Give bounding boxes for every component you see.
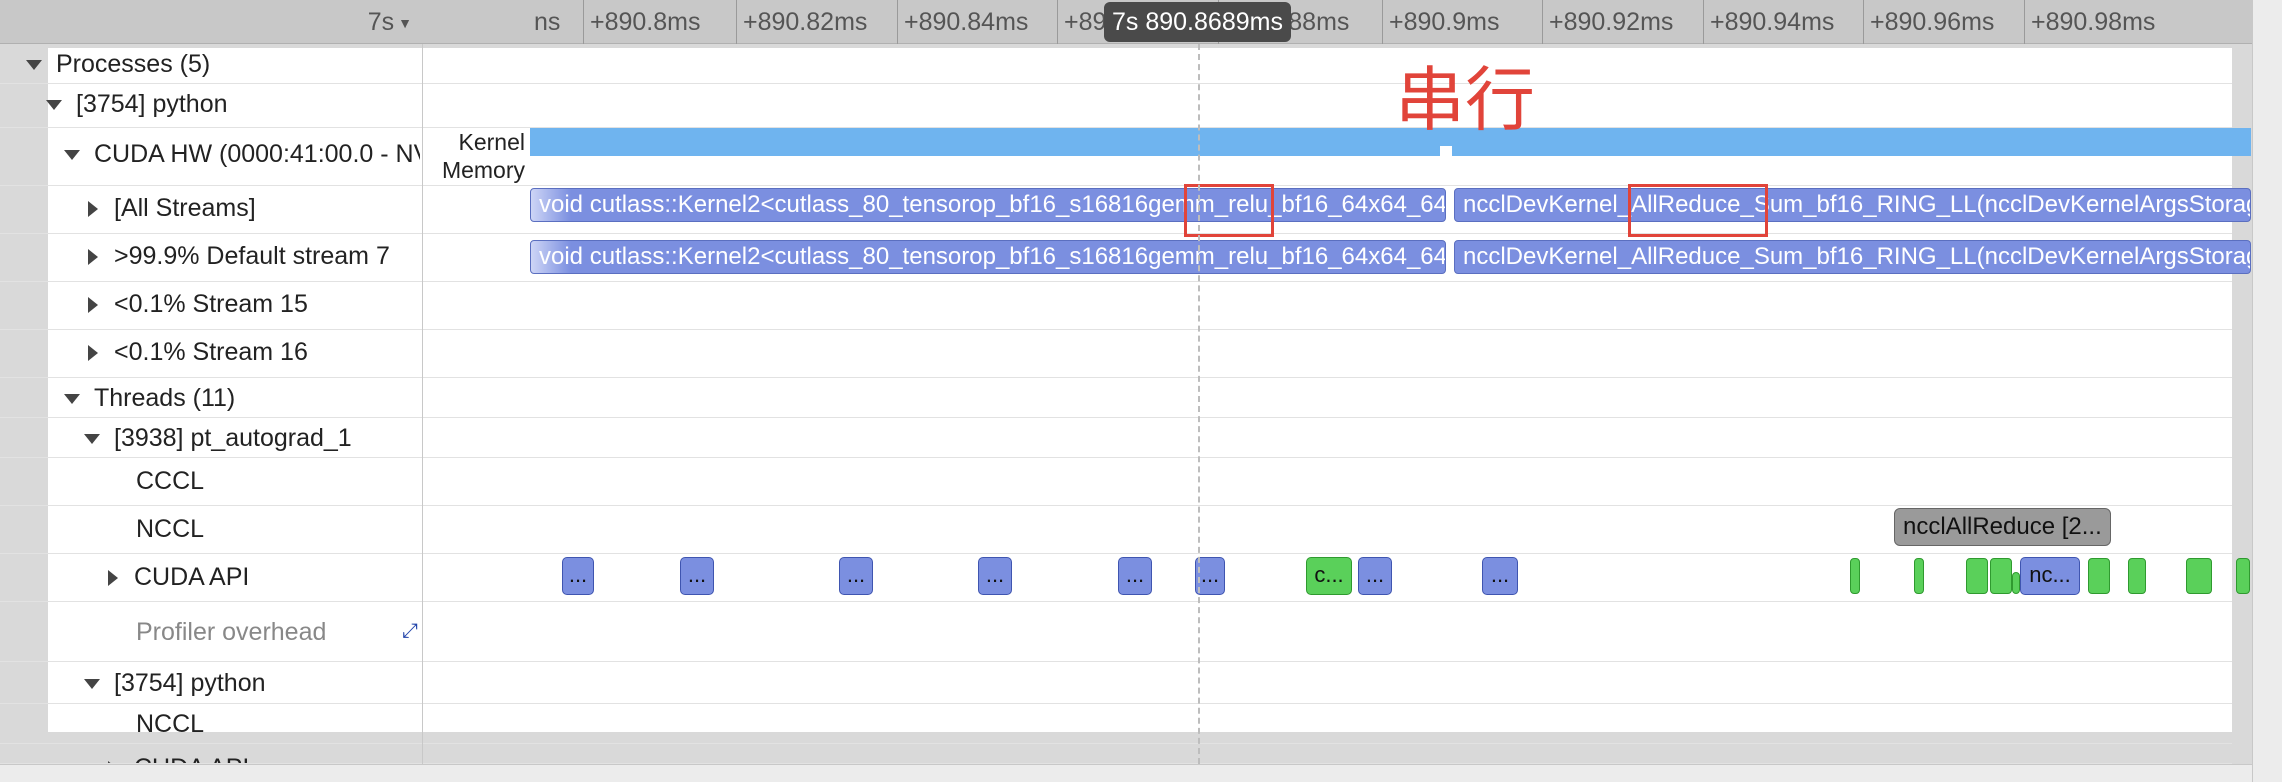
ruler-tick: ns [534, 8, 561, 36]
ruler-tick: +890.96ms [1863, 0, 1994, 44]
cuda-api-call[interactable] [2236, 558, 2250, 594]
chevron-down-icon: ▼ [398, 15, 412, 32]
row-label: <0.1% Stream 16 [114, 338, 308, 366]
cuda-api-call[interactable]: nc... [2020, 557, 2080, 595]
row-label: [3938] pt_autograd_1 [114, 424, 352, 452]
row-label: Threads (11) [94, 384, 236, 412]
row-label: CUDA API [134, 563, 250, 591]
row-label: NCCL [136, 710, 205, 738]
row-python-thread[interactable]: [3754] python [0, 662, 2232, 704]
row-label: CCCL [136, 467, 205, 495]
cuda-api-call[interactable]: ... [1482, 557, 1518, 595]
cuda-api-call[interactable] [2186, 558, 2212, 594]
row-label: Profiler overhead [136, 618, 327, 646]
kernel-gemm[interactable]: void cutlass::Kernel2<cutlass_80_tensoro… [530, 240, 1446, 274]
serial-annotation: 串行 [1395, 61, 1535, 139]
row-label: Processes (5) [56, 50, 211, 78]
cuda-api-call[interactable] [1990, 558, 2012, 594]
row-nccl-2[interactable]: NCCL [0, 704, 2232, 744]
expand-icon[interactable] [88, 297, 98, 314]
row-label: <0.1% Stream 15 [114, 290, 308, 318]
nsight-systems-timeline: 7s ▼ ns +890.8ms +890.82ms +890.84ms +890… [0, 0, 2282, 782]
cuda-api-call[interactable]: ... [1118, 557, 1152, 595]
expand-icon[interactable] [88, 345, 98, 362]
resize-icon[interactable]: ⤢ [402, 620, 418, 643]
highlight-allreduce [1628, 184, 1768, 237]
row-threads[interactable]: Threads (11) [0, 378, 2232, 418]
cuda-api-call[interactable]: ... [680, 557, 714, 595]
vertical-scrollbar[interactable] [2252, 0, 2282, 782]
ruler-tick: +890.82ms [736, 0, 867, 44]
zoom-label: 7s [367, 8, 395, 36]
row-cuda-api[interactable]: CUDA API [0, 554, 2232, 602]
expand-icon[interactable] [88, 201, 98, 218]
horizontal-scrollbar[interactable] [0, 764, 2252, 782]
row-label: >99.9% Default stream 7 [114, 242, 390, 270]
ruler-tick: +890.9ms [1382, 0, 1500, 44]
cursor-time-label: 7s 890.8689ms [1104, 2, 1291, 42]
row-cuda-api-2[interactable]: CUDA API [0, 744, 2232, 764]
row-label: [3754] python [76, 90, 228, 118]
cuda-api-call[interactable]: ... [1358, 557, 1392, 595]
ruler-tick: +890.98ms [2024, 0, 2155, 44]
cuda-api-call[interactable] [1850, 558, 1860, 594]
collapse-icon[interactable] [46, 100, 62, 111]
nccl-range-tooltip: ncclAllReduce [2... [1894, 508, 2111, 546]
row-processes[interactable]: Processes (5) [0, 48, 2232, 84]
cuda-api-call[interactable] [2088, 558, 2110, 594]
cuda-api-call[interactable] [2012, 572, 2020, 594]
cuda-api-call[interactable]: ... [839, 557, 873, 595]
cuda-api-call[interactable]: c... [1306, 557, 1352, 595]
collapse-icon[interactable] [84, 434, 100, 445]
kernel-sublabel: Kernel [458, 129, 525, 155]
expand-icon[interactable] [108, 570, 118, 587]
row-label: [All Streams] [114, 194, 256, 222]
cuda-api-call[interactable]: ... [562, 557, 594, 595]
ruler-tick: +890.94ms [1703, 0, 1834, 44]
kernel-utilization-bar[interactable] [1452, 128, 2251, 156]
zoom-selector[interactable]: 7s ▼ [0, 0, 422, 44]
memory-sublabel: Memory [441, 157, 525, 183]
kernel-nccl-allreduce[interactable]: ncclDevKernel_AllReduce_Sum_bf16_RING_LL… [1454, 188, 2251, 222]
row-stream-15[interactable]: <0.1% Stream 15 [0, 282, 2232, 330]
cuda-api-call[interactable]: ... [978, 557, 1012, 595]
expand-icon[interactable] [88, 249, 98, 266]
row-stream-16[interactable]: <0.1% Stream 16 [0, 330, 2232, 378]
cuda-api-call[interactable] [2128, 558, 2146, 594]
cursor-guide-line [1198, 44, 1200, 764]
collapse-icon[interactable] [64, 394, 80, 405]
row-label: NCCL [136, 515, 205, 543]
row-profiler-overhead[interactable]: Profiler overhead ⤢ [0, 602, 2232, 662]
ruler-tick: +890.84ms [897, 0, 1028, 44]
row-label: [3754] python [114, 669, 266, 697]
row-label: CUDA API [134, 754, 249, 763]
cuda-api-call[interactable] [1914, 558, 1924, 594]
row-autograd-thread[interactable]: [3938] pt_autograd_1 [0, 418, 2232, 458]
row-cccl[interactable]: CCCL [0, 458, 2232, 506]
collapse-icon[interactable] [84, 679, 100, 690]
column-divider[interactable] [422, 44, 423, 764]
row-process-python[interactable]: [3754] python [0, 84, 2232, 128]
collapse-icon[interactable] [26, 60, 42, 71]
row-label: CUDA HW (0000:41:00.0 - NVIDIA [94, 140, 420, 168]
kernel-gemm[interactable]: void cutlass::Kernel2<cutlass_80_tensoro… [530, 188, 1446, 222]
collapse-icon[interactable] [64, 150, 80, 161]
kernel-nccl-allreduce[interactable]: ncclDevKernel_AllReduce_Sum_bf16_RING_LL… [1454, 240, 2251, 274]
ruler-tick: +890.8ms [583, 0, 701, 44]
ruler-tick: +890.92ms [1542, 0, 1673, 44]
kernel-utilization-bar[interactable] [530, 128, 1440, 156]
cuda-api-call[interactable] [1966, 558, 1988, 594]
time-ruler[interactable]: ns +890.8ms +890.82ms +890.84ms +890.86m… [528, 0, 2253, 44]
